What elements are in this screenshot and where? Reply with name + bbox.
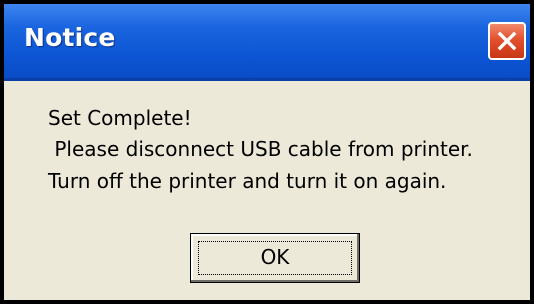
notice-dialog: Notice Set Complete! Please disconnect U… — [0, 0, 534, 304]
close-button[interactable] — [488, 22, 526, 60]
message-line: Set Complete! — [48, 106, 192, 130]
dialog-content: Set Complete! Please disconnect USB cabl… — [4, 81, 530, 300]
dialog-title: Notice — [24, 23, 116, 52]
close-icon — [497, 31, 517, 51]
dialog-titlebar[interactable]: Notice — [4, 4, 530, 81]
ok-button-label: OK — [260, 245, 290, 269]
message-line: Please disconnect USB cable from printer… — [48, 137, 473, 161]
ok-button[interactable]: OK — [190, 233, 360, 283]
message-line: Turn off the printer and turn it on agai… — [48, 169, 447, 193]
